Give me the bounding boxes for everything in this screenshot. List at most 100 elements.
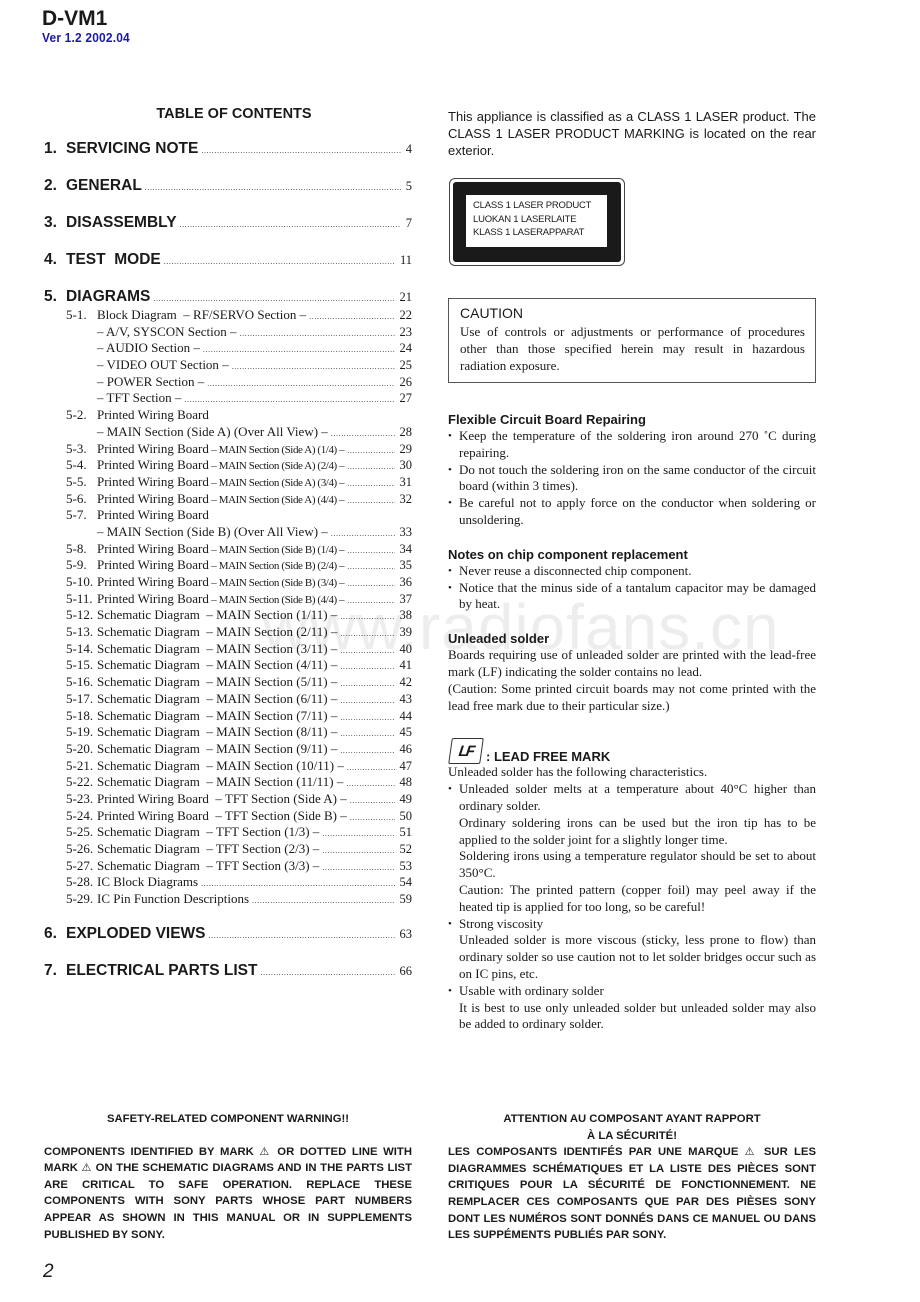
toc-subentry-title: Schematic Diagram – MAIN Section (10/11)… [97,757,344,773]
toc-subentry[interactable]: 5-13. Schematic Diagram – MAIN Section (2… [44,624,412,641]
toc-subentry[interactable]: 5-22. Schematic Diagram – MAIN Section (1… [44,774,412,791]
caution-box: CAUTION Use of controls or adjustments o… [448,298,816,383]
toc-subentry[interactable]: – A/V, SYSCON Section – 23 [44,324,412,341]
warning-text: COMPONENTS IDENTIFIED BY MARK [44,1145,260,1158]
safety-warning-french: ATTENTION AU COMPOSANT AYANT RAPPORT À L… [448,1111,816,1244]
bullet-detail: Unleaded solder is more viscous (sticky,… [459,932,816,981]
dot-leader [331,429,395,438]
toc-subentry[interactable]: 5-6. Printed Wiring Board – MAIN Section … [44,491,412,508]
toc-subentry[interactable]: 5-5. Printed Wiring Board – MAIN Section … [44,474,412,491]
toc-subentry[interactable]: 5-1. Block Diagram – RF/SERVO Section – 22 [44,307,412,324]
warning-body: COMPONENTS IDENTIFIED BY MARK ⚠ OR DOTTE… [44,1144,412,1244]
toc-subentry[interactable]: 5-15. Schematic Diagram – MAIN Section (4… [44,657,412,674]
toc-subentry-page: 30 [399,458,413,473]
toc-subentry[interactable]: 5-27. Schematic Diagram – TFT Section (3/… [44,858,412,875]
toc-subentry[interactable]: 5-16. Schematic Diagram – MAIN Section (5… [44,674,412,691]
toc-subentry[interactable]: 5-24. Printed Wiring Board – TFT Section … [44,808,412,825]
toc-entry-title: DIAGRAMS [66,288,151,305]
toc-subentry[interactable]: 5-10. Printed Wiring Board – MAIN Section… [44,574,412,591]
toc-subentry[interactable]: – POWER Section – 26 [44,374,412,391]
toc-subentry[interactable]: 5-4. Printed Wiring Board – MAIN Section … [44,457,412,474]
toc-entry-number: 4. [44,251,57,268]
toc-subentry[interactable]: – MAIN Section (Side A) (Over All View) … [44,424,412,441]
toc-entry-title: ELECTRICAL PARTS LIST [66,961,258,979]
toc-subentry[interactable]: 5-20. Schematic Diagram – MAIN Section (9… [44,741,412,758]
dot-leader [331,529,395,538]
toc-subentry-title: Schematic Diagram – MAIN Section (6/11) … [97,690,338,706]
dot-leader [340,662,394,671]
toc-subentry[interactable]: 5-28.IC Block Diagrams 54 [44,874,412,891]
dot-leader [340,713,394,722]
toc-entry-number: 5. [44,288,57,305]
toc-subentry-number: 5-5. [66,473,87,489]
toc-subentry-page: 36 [399,575,413,589]
toc-entry-test-mode[interactable]: 4. TEST MODE 11 [44,251,412,270]
toc-subentry[interactable]: 5-26. Schematic Diagram – TFT Section (2/… [44,841,412,858]
toc-subentry[interactable]: – TFT Section – 27 [44,390,412,407]
toc-subentry[interactable]: – VIDEO OUT Section – 25 [44,357,412,374]
table-of-contents: TABLE OF CONTENTS 1. SERVICING NOTE 4 2.… [44,106,412,981]
toc-entry-electrical-parts-list[interactable]: 7. ELECTRICAL PARTS LIST 66 [44,962,412,981]
toc-subentry-title: Schematic Diagram – MAIN Section (8/11) … [97,724,338,740]
toc-subentry-page: 38 [399,608,413,623]
dot-leader [347,579,394,588]
dot-leader [164,257,395,266]
toc-subentry[interactable]: 5-11. Printed Wiring Board – MAIN Section… [44,591,412,608]
toc-entry-disassembly[interactable]: 3. DISASSEMBLY 7 [44,214,412,233]
toc-subentry-number: 5-7. [66,507,87,523]
toc-entry-page: 66 [399,963,413,978]
toc-subentry-subtitle: – MAIN Section (Side B) (1/4) – [208,543,345,556]
toc-subentry-title: Printed Wiring Board [97,507,209,523]
dot-leader [340,629,394,638]
toc-subentry[interactable]: 5-19. Schematic Diagram – MAIN Section (8… [44,724,412,741]
toc-subentry[interactable]: – AUDIO Section – 24 [44,340,412,357]
toc-subentry-number: 5-3. [66,440,87,456]
toc-subentry[interactable]: 5-29.IC Pin Function Descriptions 59 [44,891,412,908]
toc-subentry[interactable]: 5-17. Schematic Diagram – MAIN Section (6… [44,691,412,708]
toc-subentry-page: 25 [399,358,413,373]
toc-subentry[interactable]: – MAIN Section (Side B) (Over All View) … [44,524,412,541]
toc-subentry-number: 5-17. [66,690,94,706]
toc-subentry-page: 33 [399,524,413,539]
toc-entry-title: SERVICING NOTE [66,140,199,157]
lead-free-mark-section: LF : LEAD FREE MARK Unleaded solder has … [448,736,816,1033]
dot-leader [347,596,394,605]
toc-entry-exploded-views[interactable]: 6. EXPLODED VIEWS 63 [44,925,412,944]
safety-warning-english: SAFETY-RELATED COMPONENT WARNING!! COMPO… [44,1111,412,1243]
model-name: D-VM1 [42,7,108,30]
warning-title: SAFETY-RELATED COMPONENT WARNING!! [106,1113,350,1125]
toc-subentry[interactable]: 5-18. Schematic Diagram – MAIN Section (7… [44,708,412,725]
toc-subentry[interactable]: 5-25. Schematic Diagram – TFT Section (1/… [44,824,412,841]
toc-subentry-number: 5-4. [66,457,87,473]
section-heading: Notes on chip component replacement [448,546,688,562]
toc-subentry-page: 22 [399,308,413,322]
toc-subentry[interactable]: 5-21. Schematic Diagram – MAIN Section (1… [44,758,412,775]
toc-subentry-number: 5-25. [66,824,94,840]
toc-subentry-number: 5-15. [66,657,94,673]
toc-subentry[interactable]: 5-3. Printed Wiring Board – MAIN Section … [44,441,412,458]
toc-subentry-page: 39 [399,625,413,640]
toc-entry-general[interactable]: 2. GENERAL 5 [44,177,412,196]
dot-leader [347,462,394,471]
diagram-subentries: 5-1. Block Diagram – RF/SERVO Section – 22… [44,307,412,908]
toc-entry-page: 5 [405,179,412,193]
paragraph: Boards requiring use of unleaded solder … [448,647,816,679]
toc-subentry-page: 43 [399,691,413,706]
toc-subentry[interactable]: 5-9. Printed Wiring Board – MAIN Section … [44,557,412,574]
toc-subentry-page: 27 [399,391,413,406]
dot-leader [322,829,394,838]
toc-subentry[interactable]: 5-14. Schematic Diagram – MAIN Section (3… [44,641,412,658]
dot-leader [322,846,394,855]
toc-subentry-page: 51 [399,825,413,840]
toc-subentry[interactable]: 5-23. Printed Wiring Board – TFT Section … [44,791,412,808]
toc-subentry-number: 5-29. [66,891,94,907]
toc-subentry[interactable]: 5-8. Printed Wiring Board – MAIN Section … [44,541,412,558]
toc-subentry-title: – MAIN Section (Side B) (Over All View) … [97,523,328,539]
toc-subentry-page: 47 [399,758,413,773]
bullet-item: Strong viscosity Unleaded solder is more… [448,916,816,983]
toc-entry-diagrams[interactable]: 5. DIAGRAMS 21 [44,288,412,307]
warning-text: SUR LES DIAGRAMMES SCHÉMATIQUES ET LA LI… [448,1146,816,1242]
toc-entry-servicing-note[interactable]: 1. SERVICING NOTE 4 [44,140,412,159]
dot-leader [340,729,394,738]
toc-subentry[interactable]: 5-12. Schematic Diagram – MAIN Section (1… [44,607,412,624]
